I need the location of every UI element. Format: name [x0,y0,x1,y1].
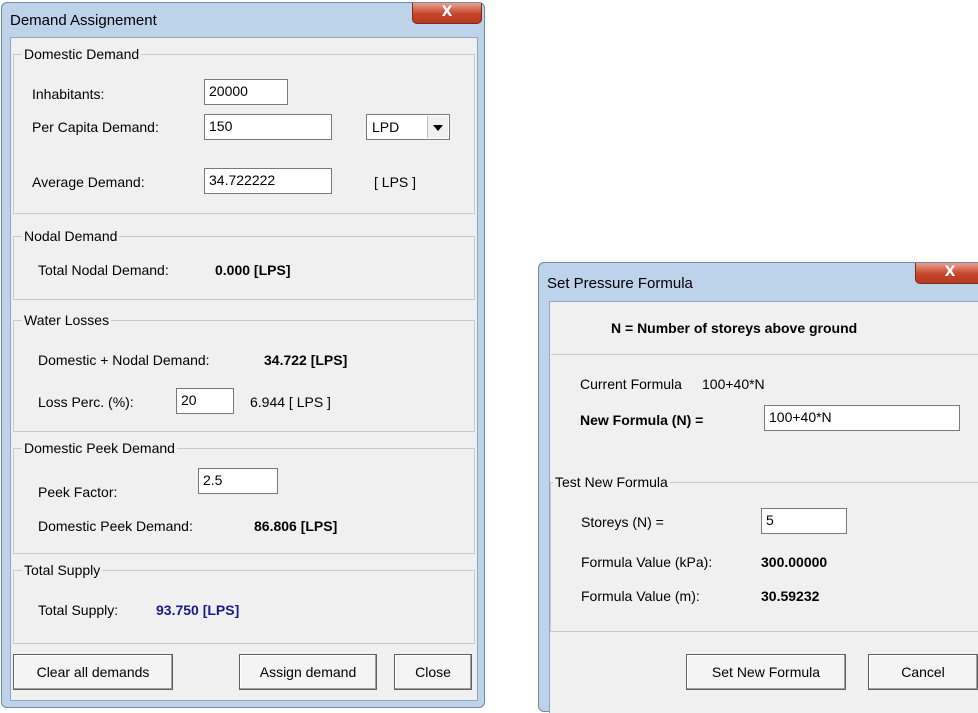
close-window-button[interactable]: X [915,263,978,284]
per-capita-demand-label: Per Capita Demand: [32,119,159,135]
selected-unit: LPD [372,119,400,135]
storeys-label: Storeys (N) = [581,514,664,530]
cancel-button[interactable]: Cancel [868,654,978,690]
formula-value-kpa-label: Formula Value (kPa): [581,554,713,570]
total-supply-value: 93.750 [LPS] [156,602,240,618]
water-losses-group: Water Losses Domestic + Nodal Demand: 34… [13,311,475,432]
peek-factor-input[interactable]: 2.5 [198,468,278,494]
peek-factor-label: Peek Factor: [38,484,118,500]
title-bar[interactable]: Demand Assignement X [2,3,484,37]
group-label: Test New Formula [553,473,670,491]
clear-all-demands-button[interactable]: Clear all demands [13,654,173,690]
total-nodal-demand-label: Total Nodal Demand: [38,262,169,278]
per-capita-demand-input[interactable]: 150 [204,114,332,140]
domestic-peek-demand-group: Domestic Peek Demand Peek Factor: 2.5 Do… [13,439,475,554]
average-demand-input[interactable]: 34.722222 [204,168,332,194]
dialog-client-area: Domestic Demand Inhabitants: 20000 Per C… [10,37,478,701]
loss-percentage-label: Loss Perc. (%): [38,394,134,410]
total-supply-label: Total Supply: [38,602,119,618]
inhabitants-label: Inhabitants: [32,86,105,102]
formula-definition-header: N = Number of storeys above ground [611,320,858,336]
title-bar[interactable]: Set Pressure Formula X [539,263,978,297]
window-title: Demand Assignement [10,12,157,29]
window-title: Set Pressure Formula [547,275,693,292]
total-nodal-demand-value: 0.000 [LPS] [215,262,291,278]
total-supply-group: Total Supply Total Supply: 93.750 [LPS] [13,561,475,644]
domestic-peek-demand-value: 86.806 [LPS] [254,518,338,534]
close-button[interactable]: Close [394,654,472,690]
current-formula-value: 100+40*N [702,376,765,392]
demand-assignment-window: Demand Assignement X Domestic Demand Inh… [1,2,485,708]
current-formula-label: Current Formula [580,376,682,392]
domestic-peek-demand-label: Domestic Peek Demand: [38,518,193,534]
set-new-formula-button[interactable]: Set New Formula [686,654,846,690]
group-label: Domestic Peek Demand [22,439,177,457]
domestic-nodal-demand-label: Domestic + Nodal Demand: [38,352,210,368]
loss-percentage-input[interactable]: 20 [176,388,234,414]
nodal-demand-group: Nodal Demand Total Nodal Demand: 0.000 [… [13,227,475,300]
loss-result-value: 6.944 [ LPS ] [250,394,331,410]
domestic-demand-group: Domestic Demand Inhabitants: 20000 Per C… [13,45,475,214]
group-label: Total Supply [22,561,103,579]
set-pressure-formula-window: Set Pressure Formula X N = Number of sto… [538,262,978,713]
chevron-down-icon[interactable] [427,116,448,138]
new-formula-label: New Formula (N) = [580,412,704,428]
group-label: Nodal Demand [22,227,120,245]
formula-value-m-label: Formula Value (m): [581,588,700,604]
average-demand-label: Average Demand: [32,174,145,190]
test-new-formula-group: Test New Formula Storeys (N) = 5 Formula… [550,473,978,632]
dialog-client-area: N = Number of storeys above ground Curre… [549,301,978,713]
close-icon: X [944,264,956,280]
inhabitants-input[interactable]: 20000 [204,79,288,105]
close-window-button[interactable]: X [412,3,482,24]
formula-value-m: 30.59232 [761,588,820,604]
formula-value-kpa: 300.00000 [761,554,828,570]
group-label: Domestic Demand [22,45,142,63]
storeys-input[interactable]: 5 [761,508,847,534]
formula-header-panel: N = Number of storeys above ground [551,303,978,355]
close-icon: X [441,4,453,20]
demand-unit-select[interactable]: LPD [366,114,450,140]
group-label: Water Losses [22,311,112,329]
assign-demand-button[interactable]: Assign demand [239,654,377,690]
new-formula-input[interactable]: 100+40*N [764,405,960,431]
domestic-nodal-demand-value: 34.722 [LPS] [264,352,348,368]
average-demand-unit: [ LPS ] [374,174,417,190]
